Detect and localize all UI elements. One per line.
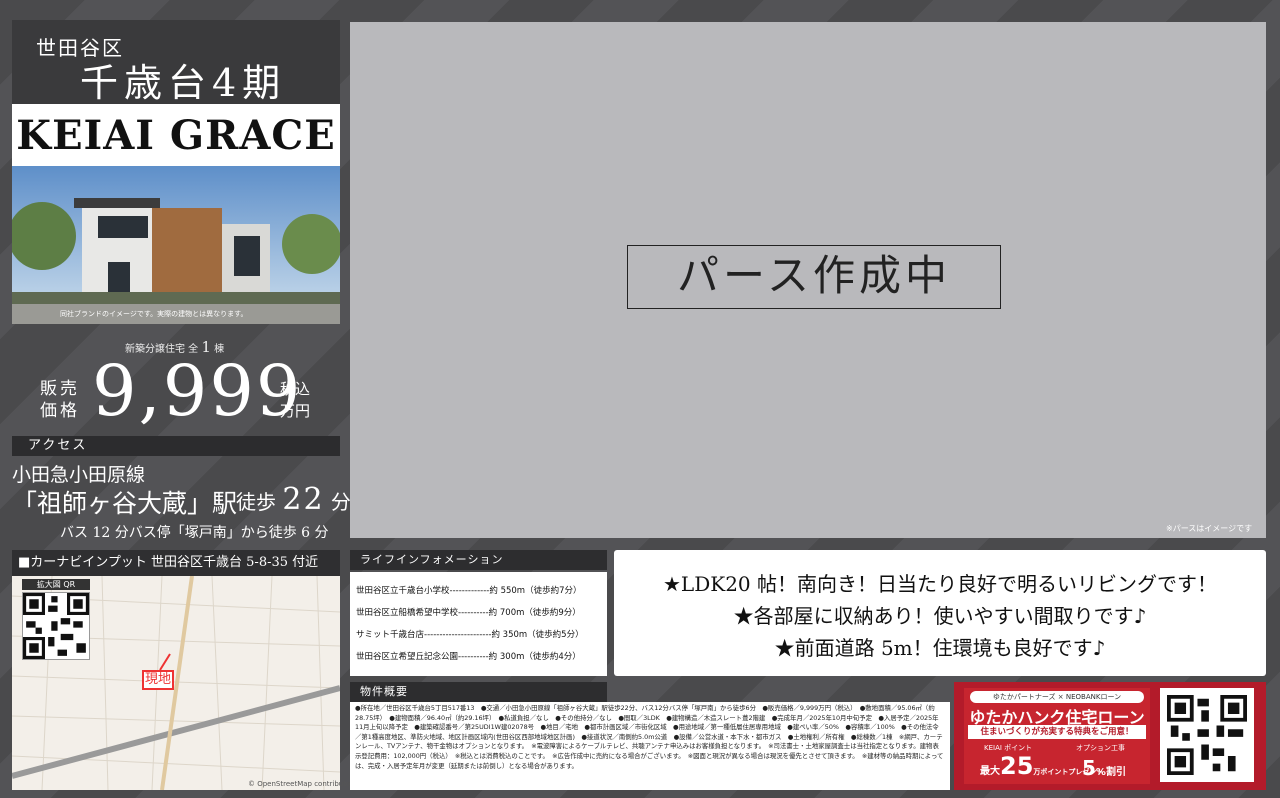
property-overview: ●所在地／世田谷区千歳台5丁目517番13 ●交通／小田急小田原線「祖師ヶ谷大蔵… (350, 702, 950, 790)
discount-suffix: %割引 (1095, 767, 1126, 778)
walk-unit: 分 (330, 490, 351, 514)
banner-subtitle: 住まいづくりが充実する特典をご用意！ (968, 725, 1146, 739)
tax-2: 万円 (280, 402, 311, 420)
series-title: 千歳台4期 (80, 61, 287, 105)
property-details: ●所在地／世田谷区千歳台5丁目517番13 ●交通／小田急小田原線「祖師ヶ谷大蔵… (355, 704, 944, 770)
life-info-item: 世田谷区立船橋希望中学校----------約 700m（徒歩約9分） (356, 608, 581, 618)
feature-item: ★LDK20 帖！南向き！日当たり良好で明るいリビングです！ (663, 572, 1217, 596)
walk-label: 徒歩 (236, 490, 276, 514)
points-value: 25 (1000, 752, 1034, 780)
station-name: 「祖師ヶ谷大蔵」駅 (12, 489, 238, 518)
rendering-status: パース作成中 (627, 245, 1001, 309)
life-info-item: 世田谷区立希望丘記念公園----------約 300m（徒歩約4分） (356, 652, 581, 662)
bus-access: バス 12 分バス停「塚戸南」から徒歩 6 分 (60, 525, 329, 541)
tax-1: 税込 (280, 380, 311, 398)
price-label-2: 価格 (40, 401, 80, 421)
site-marker: 現地 (142, 670, 174, 690)
photo-caption: 同社ブランドのイメージです。実際の建物とは異なります。 (60, 310, 248, 318)
price-value: 9,999 (92, 350, 303, 432)
discount-value: 5 (1082, 756, 1096, 780)
property-header: 物件概要 (350, 682, 607, 702)
map-credit: © OpenStreetMap contributors (248, 780, 357, 788)
price-label-1: 販売 (40, 379, 80, 399)
points-prefix: 最大 (980, 766, 1000, 777)
brand-name: KEIAI GRACE (16, 112, 336, 159)
walk-minutes: 22 (282, 482, 325, 517)
feature-item: ★前面道路 5m！住環境も良好です♪ (774, 636, 1106, 660)
train-line: 小田急小田原線 (12, 464, 146, 486)
map-qr-code[interactable] (22, 592, 90, 660)
tax-label: 税込 万円 (280, 378, 310, 422)
rendering-note: ※パースはイメージです (1166, 524, 1253, 533)
price-label: 販売 価格 (40, 378, 80, 422)
life-info-list: 世田谷区立千歳台小学校-------------約 550m（徒歩約7分） 世田… (350, 572, 607, 676)
banner-partner: ゆたかパートナーズ × NEOBANKローン (970, 691, 1144, 703)
walk-time: 徒歩 22 分 (236, 482, 351, 517)
loan-qr-code[interactable] (1160, 688, 1254, 782)
access-header: アクセス (12, 436, 340, 456)
map-header: ■カーナビインプット 世田谷区千歳台 5-8-35 付近 (12, 550, 340, 576)
banner-discount: 5%割引 (1082, 756, 1126, 780)
brand-block: KEIAI GRACE (12, 104, 340, 166)
life-info-item: サミット千歳台店----------------------約 350m（徒歩約… (356, 630, 584, 640)
house-photo (12, 166, 340, 324)
life-info-item: 世田谷区立千歳台小学校-------------約 550m（徒歩約7分） (356, 586, 582, 596)
banner-option-label: オプション工事 (1076, 744, 1125, 752)
feature-item: ★各部屋に収納あり！使いやすい間取りです♪ (733, 604, 1147, 628)
feature-box: ★LDK20 帖！南向き！日当たり良好で明るいリビングです！ ★各部屋に収納あり… (614, 550, 1266, 676)
map-qr-label: 拡大図 QR (22, 579, 90, 590)
life-info-header: ライフインフォメーション (350, 550, 607, 570)
